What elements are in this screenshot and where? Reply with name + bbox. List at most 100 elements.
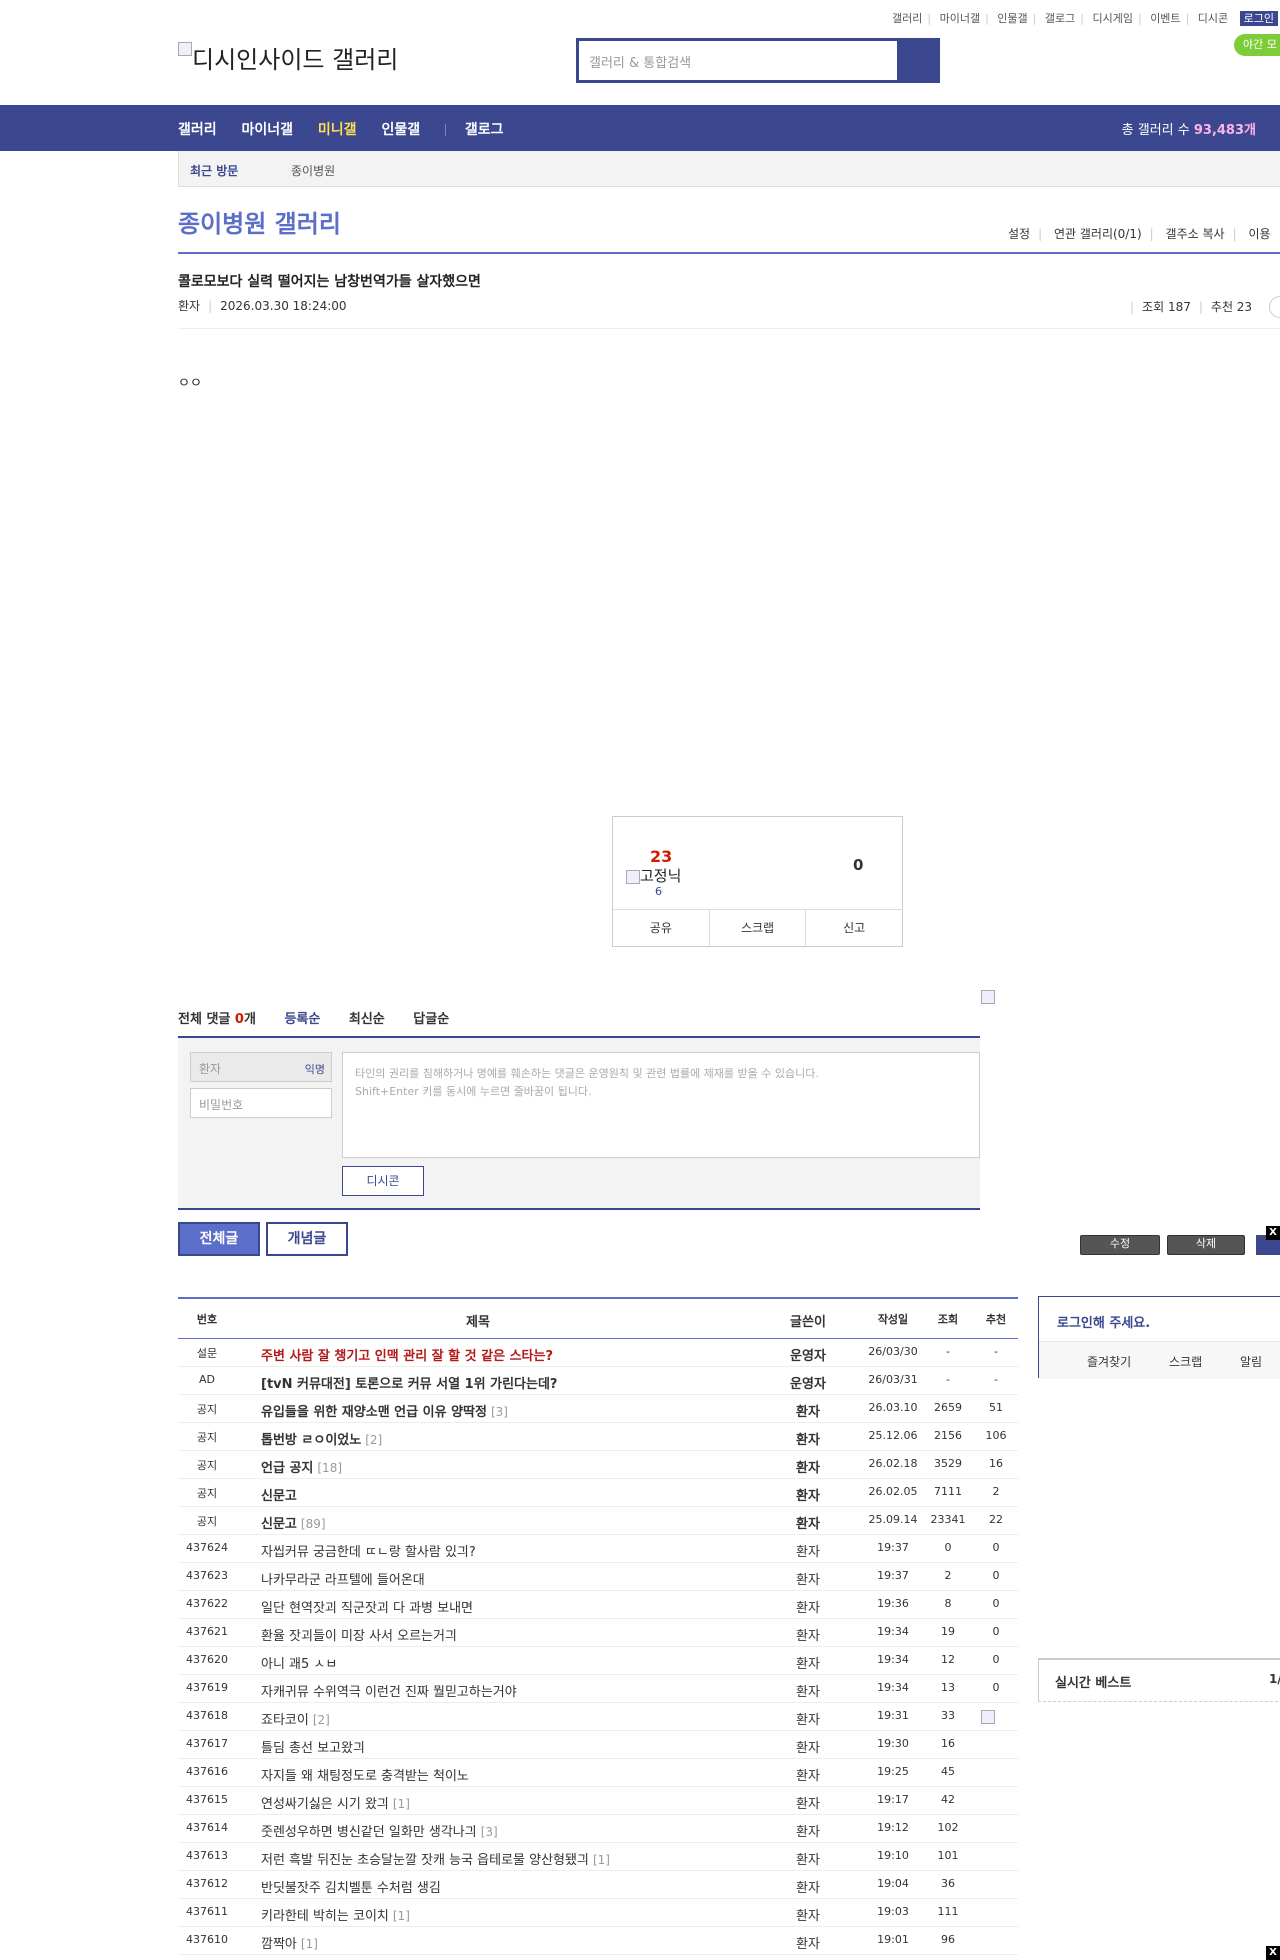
notification-link[interactable]: 알림 [1240,1355,1262,1369]
row-writer[interactable]: 환자 [758,1709,858,1728]
sort-latest[interactable]: 최신순 [349,1012,385,1027]
row-writer[interactable]: 환자 [758,1877,858,1896]
row-writer[interactable]: 환자 [758,1625,858,1644]
recent-visit-title[interactable]: 최근 방문 [190,162,238,179]
nav-mini-gallery[interactable]: 미니갤 [318,122,357,138]
site-logo[interactable]: 디시인사이드 갤러리 [178,40,398,75]
concept-posts-button[interactable]: 개념글 [266,1222,348,1256]
sort-replies[interactable]: 답글순 [413,1012,449,1027]
copy-gallery-url-link[interactable]: 갤주소 복사 [1166,227,1225,241]
post-option-button[interactable] [1269,296,1280,318]
row-comment-count[interactable]: [1] [393,1909,410,1923]
dccon-button[interactable]: 디시콘 [342,1166,424,1196]
related-gallery-link[interactable]: 연관 갤러리(0/1) [1054,227,1142,241]
row-subject[interactable]: 죠타코이 [261,1713,309,1728]
row-subject[interactable]: 줏렌성우하면 병신같던 일화만 생각나긔 [261,1825,477,1840]
post-author[interactable]: 환자 [178,299,200,313]
row-subject[interactable]: 신문고 [261,1517,297,1532]
recent-visit-item[interactable]: 종이병원 [291,162,335,179]
row-subject[interactable]: 틀딤 총선 보고왔긔 [261,1737,365,1756]
row-comment-count[interactable]: [2] [313,1713,330,1727]
row-subject[interactable]: [tvN 커뮤대전] 토론으로 커뮤 서열 1위 가린다는데? [261,1373,557,1392]
row-writer[interactable]: 환자 [758,1849,858,1868]
row-subject[interactable]: 나카무라군 라프텔에 들어온대 [261,1569,425,1588]
row-subject[interactable]: 저런 흑발 뒤진눈 초승달눈깔 잣캐 능국 읍테로물 양산형됐긔 [261,1853,589,1868]
row-comment-count[interactable]: [1] [593,1853,610,1867]
row-writer[interactable]: 환자 [758,1457,858,1476]
scrap-link[interactable]: 스크랩 [1169,1355,1202,1369]
upvote-button[interactable]: 고정닉 [626,865,681,886]
comment-name-field[interactable]: 환자 익명 [190,1052,332,1082]
topnav-event-link[interactable]: 이벤트 [1150,12,1180,25]
row-writer[interactable]: 환자 [758,1485,858,1504]
scrap-button[interactable]: 스크랩 [710,910,807,946]
row-writer[interactable]: 환자 [758,1821,858,1840]
row-subject[interactable]: 키라한테 박히는 코이치 [261,1909,389,1924]
topnav-dcgame-link[interactable]: 디시게임 [1092,12,1132,25]
row-comment-count[interactable]: [3] [491,1405,508,1419]
row-writer[interactable]: 운영자 [758,1373,858,1392]
row-writer[interactable]: 환자 [758,1905,858,1924]
row-comment-count[interactable]: [2] [365,1433,382,1447]
topnav-gallog-link[interactable]: 갤로그 [1045,12,1075,25]
row-subject[interactable]: 주변 사람 잘 챙기고 인맥 관리 잘 할 것 같은 스타는? [261,1345,553,1364]
all-posts-button[interactable]: 전체글 [178,1222,260,1256]
row-comment-count[interactable]: [1] [301,1937,318,1951]
comment-textarea[interactable]: 타인의 권리를 침해하거나 명예를 훼손하는 댓글은 운영원칙 및 관련 법률에… [342,1052,980,1158]
favorites-link[interactable]: 즐겨찾기 [1087,1355,1131,1369]
share-button[interactable]: 공유 [613,910,710,946]
topnav-minor-link[interactable]: 마이너갤 [940,12,980,25]
row-comment-count[interactable]: [1] [393,1797,410,1811]
delete-button[interactable]: 삭제 [1167,1235,1245,1255]
login-button[interactable]: 로그인 [1239,11,1279,26]
row-subject[interactable]: 환율 잣괴들이 미장 사서 오르는거긔 [261,1625,457,1644]
row-writer[interactable]: 환자 [758,1541,858,1560]
row-writer[interactable]: 환자 [758,1737,858,1756]
search-input[interactable]: 갤러리 & 통합검색 [579,41,897,80]
row-comment-count[interactable]: [18] [317,1461,342,1475]
night-mode-toggle[interactable]: 야간 모 [1234,34,1280,56]
row-writer[interactable]: 환자 [758,1653,858,1672]
topnav-person-link[interactable]: 인물갤 [997,12,1027,25]
nav-person-gallery[interactable]: 인물갤 [381,122,420,138]
nav-gallery[interactable]: 갤러리 [178,122,217,138]
row-subject[interactable]: 신문고 [261,1485,297,1504]
search-button[interactable] [897,41,937,80]
row-subject[interactable]: 반딧불잣주 김치벨툰 수처럼 생김 [261,1877,441,1896]
row-writer[interactable]: 환자 [758,1429,858,1448]
usage-link[interactable]: 이용 [1248,227,1270,241]
row-subject[interactable]: 아니 괘5 ㅅㅂ [261,1653,337,1672]
row-writer[interactable]: 환자 [758,1933,858,1952]
login-prompt[interactable]: 로그인해 주세요. [1057,1312,1150,1331]
row-writer[interactable]: 환자 [758,1569,858,1588]
row-writer[interactable]: 환자 [758,1513,858,1532]
edit-button[interactable]: 수정 [1080,1235,1160,1255]
row-subject[interactable]: 자씹커뮤 궁금한데 ㄸㄴ랑 할사람 있긔? [261,1541,476,1560]
row-subject[interactable]: 톱번방 ㄹㅇ이었노 [261,1433,361,1448]
row-subject[interactable]: 자지들 왜 채팅정도로 충격받는 척이노 [261,1765,469,1784]
close-icon[interactable]: X [1266,1946,1280,1960]
row-subject[interactable]: 깜짝아 [261,1937,297,1952]
row-writer[interactable]: 환자 [758,1765,858,1784]
row-subject[interactable]: 언급 공지 [261,1461,313,1476]
row-subject[interactable]: 자캐귀뮤 수위역극 이런건 진짜 뭘믿고하는거야 [261,1681,517,1700]
row-subject[interactable]: 일단 현역잣괴 직군잣괴 다 과병 보내면 [261,1597,473,1616]
nav-minor-gallery[interactable]: 마이너갤 [242,122,294,138]
report-button[interactable]: 신고 [806,910,902,946]
row-writer[interactable]: 운영자 [758,1345,858,1364]
comment-password-field[interactable]: 비밀번호 [190,1088,332,1118]
row-subject[interactable]: 연성싸기싫은 시기 왔긔 [261,1797,389,1812]
row-comment-count[interactable]: [89] [301,1517,326,1531]
nav-gallog[interactable]: 갤로그 [465,122,504,138]
row-subject[interactable]: 유입들을 위한 재양소맨 언급 이유 양딱정 [261,1405,487,1420]
topnav-gallery-link[interactable]: 갤러리 [892,12,922,25]
row-writer[interactable]: 환자 [758,1793,858,1812]
gallery-settings-link[interactable]: 설정 [1008,227,1030,241]
close-icon[interactable]: X [1266,1226,1280,1240]
row-comment-count[interactable]: [3] [481,1825,498,1839]
sort-registered[interactable]: 등록순 [284,1012,320,1027]
row-writer[interactable]: 환자 [758,1597,858,1616]
row-writer[interactable]: 환자 [758,1401,858,1420]
row-writer[interactable]: 환자 [758,1681,858,1700]
topnav-dccon-link[interactable]: 디시콘 [1198,12,1228,25]
